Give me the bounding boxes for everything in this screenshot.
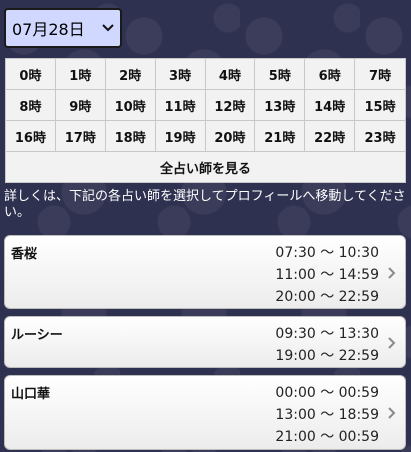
hour-button[interactable]: 7時 (355, 59, 405, 90)
hour-button[interactable]: 17時 (55, 121, 106, 152)
time-slot: 09:30 〜 13:30 (275, 326, 379, 342)
hour-button[interactable]: 6時 (305, 59, 356, 90)
hour-button[interactable]: 11時 (155, 90, 206, 121)
teller-times: 00:00 〜 00:59 13:00 〜 18:59 21:00 〜 00:5… (275, 382, 379, 448)
hour-button[interactable]: 19時 (155, 121, 206, 152)
chevron-right-icon (387, 266, 397, 280)
time-slot: 00:00 〜 00:59 (275, 385, 379, 401)
hour-button[interactable]: 20時 (205, 121, 256, 152)
hour-button[interactable]: 1時 (55, 59, 106, 90)
hour-button[interactable]: 2時 (105, 59, 156, 90)
hour-button[interactable]: 0時 (6, 59, 56, 90)
hour-selector: 0時 1時 2時 3時 4時 5時 6時 7時 8時 9時 10時 11時 12時 13時 14時 15時 16… (5, 58, 406, 183)
teller-name: ルーシー (11, 328, 63, 343)
teller-card[interactable]: 香桜 07:30 〜 10:30 11:00 〜 14:59 20:00 〜 2… (4, 235, 406, 309)
hour-button[interactable]: 23時 (355, 121, 405, 152)
teller-card[interactable]: 山口華 00:00 〜 00:59 13:00 〜 18:59 21:00 〜 … (4, 375, 406, 450)
hour-button[interactable]: 8時 (6, 90, 56, 121)
hour-button[interactable]: 13時 (255, 90, 306, 121)
hour-grid: 0時 1時 2時 3時 4時 5時 6時 7時 8時 9時 10時 11時 12時 13時 14時 15時 16… (6, 59, 405, 152)
hour-button[interactable]: 9時 (55, 90, 106, 121)
hour-button[interactable]: 3時 (155, 59, 206, 90)
hour-button[interactable]: 21時 (255, 121, 306, 152)
time-slot: 20:00 〜 22:59 (275, 289, 379, 305)
hour-button[interactable]: 18時 (105, 121, 156, 152)
time-slot: 11:00 〜 14:59 (275, 267, 379, 283)
hour-button[interactable]: 15時 (355, 90, 405, 121)
date-select[interactable]: 07月28日 (4, 8, 122, 48)
time-slot: 19:00 〜 22:59 (275, 348, 379, 364)
time-slot: 13:00 〜 18:59 (275, 407, 379, 423)
teller-times: 09:30 〜 13:30 19:00 〜 22:59 (275, 323, 379, 367)
hour-button[interactable]: 16時 (6, 121, 56, 152)
hour-button[interactable]: 5時 (255, 59, 306, 90)
time-slot: 07:30 〜 10:30 (275, 245, 379, 261)
hour-button[interactable]: 12時 (205, 90, 256, 121)
notice-text: 詳しくは、下記の各占い師を選択してプロフィールへ移動してください。 (4, 189, 406, 220)
time-slot: 21:00 〜 00:59 (275, 429, 379, 445)
hour-button[interactable]: 14時 (305, 90, 356, 121)
teller-times: 07:30 〜 10:30 11:00 〜 14:59 20:00 〜 22:5… (275, 242, 379, 308)
chevron-right-icon (387, 406, 397, 420)
hour-button[interactable]: 22時 (305, 121, 356, 152)
hour-button[interactable]: 10時 (105, 90, 156, 121)
hour-button[interactable]: 4時 (205, 59, 256, 90)
date-select-value: 07月28日 (12, 20, 85, 39)
teller-name: 香桜 (11, 247, 38, 262)
all-fortune-tellers-button[interactable]: 全占い師を見る (6, 152, 405, 182)
chevron-right-icon (387, 336, 397, 350)
chevron-down-icon (102, 22, 114, 34)
teller-card[interactable]: ルーシー 09:30 〜 13:30 19:00 〜 22:59 (4, 316, 406, 368)
teller-name: 山口華 (11, 387, 51, 402)
